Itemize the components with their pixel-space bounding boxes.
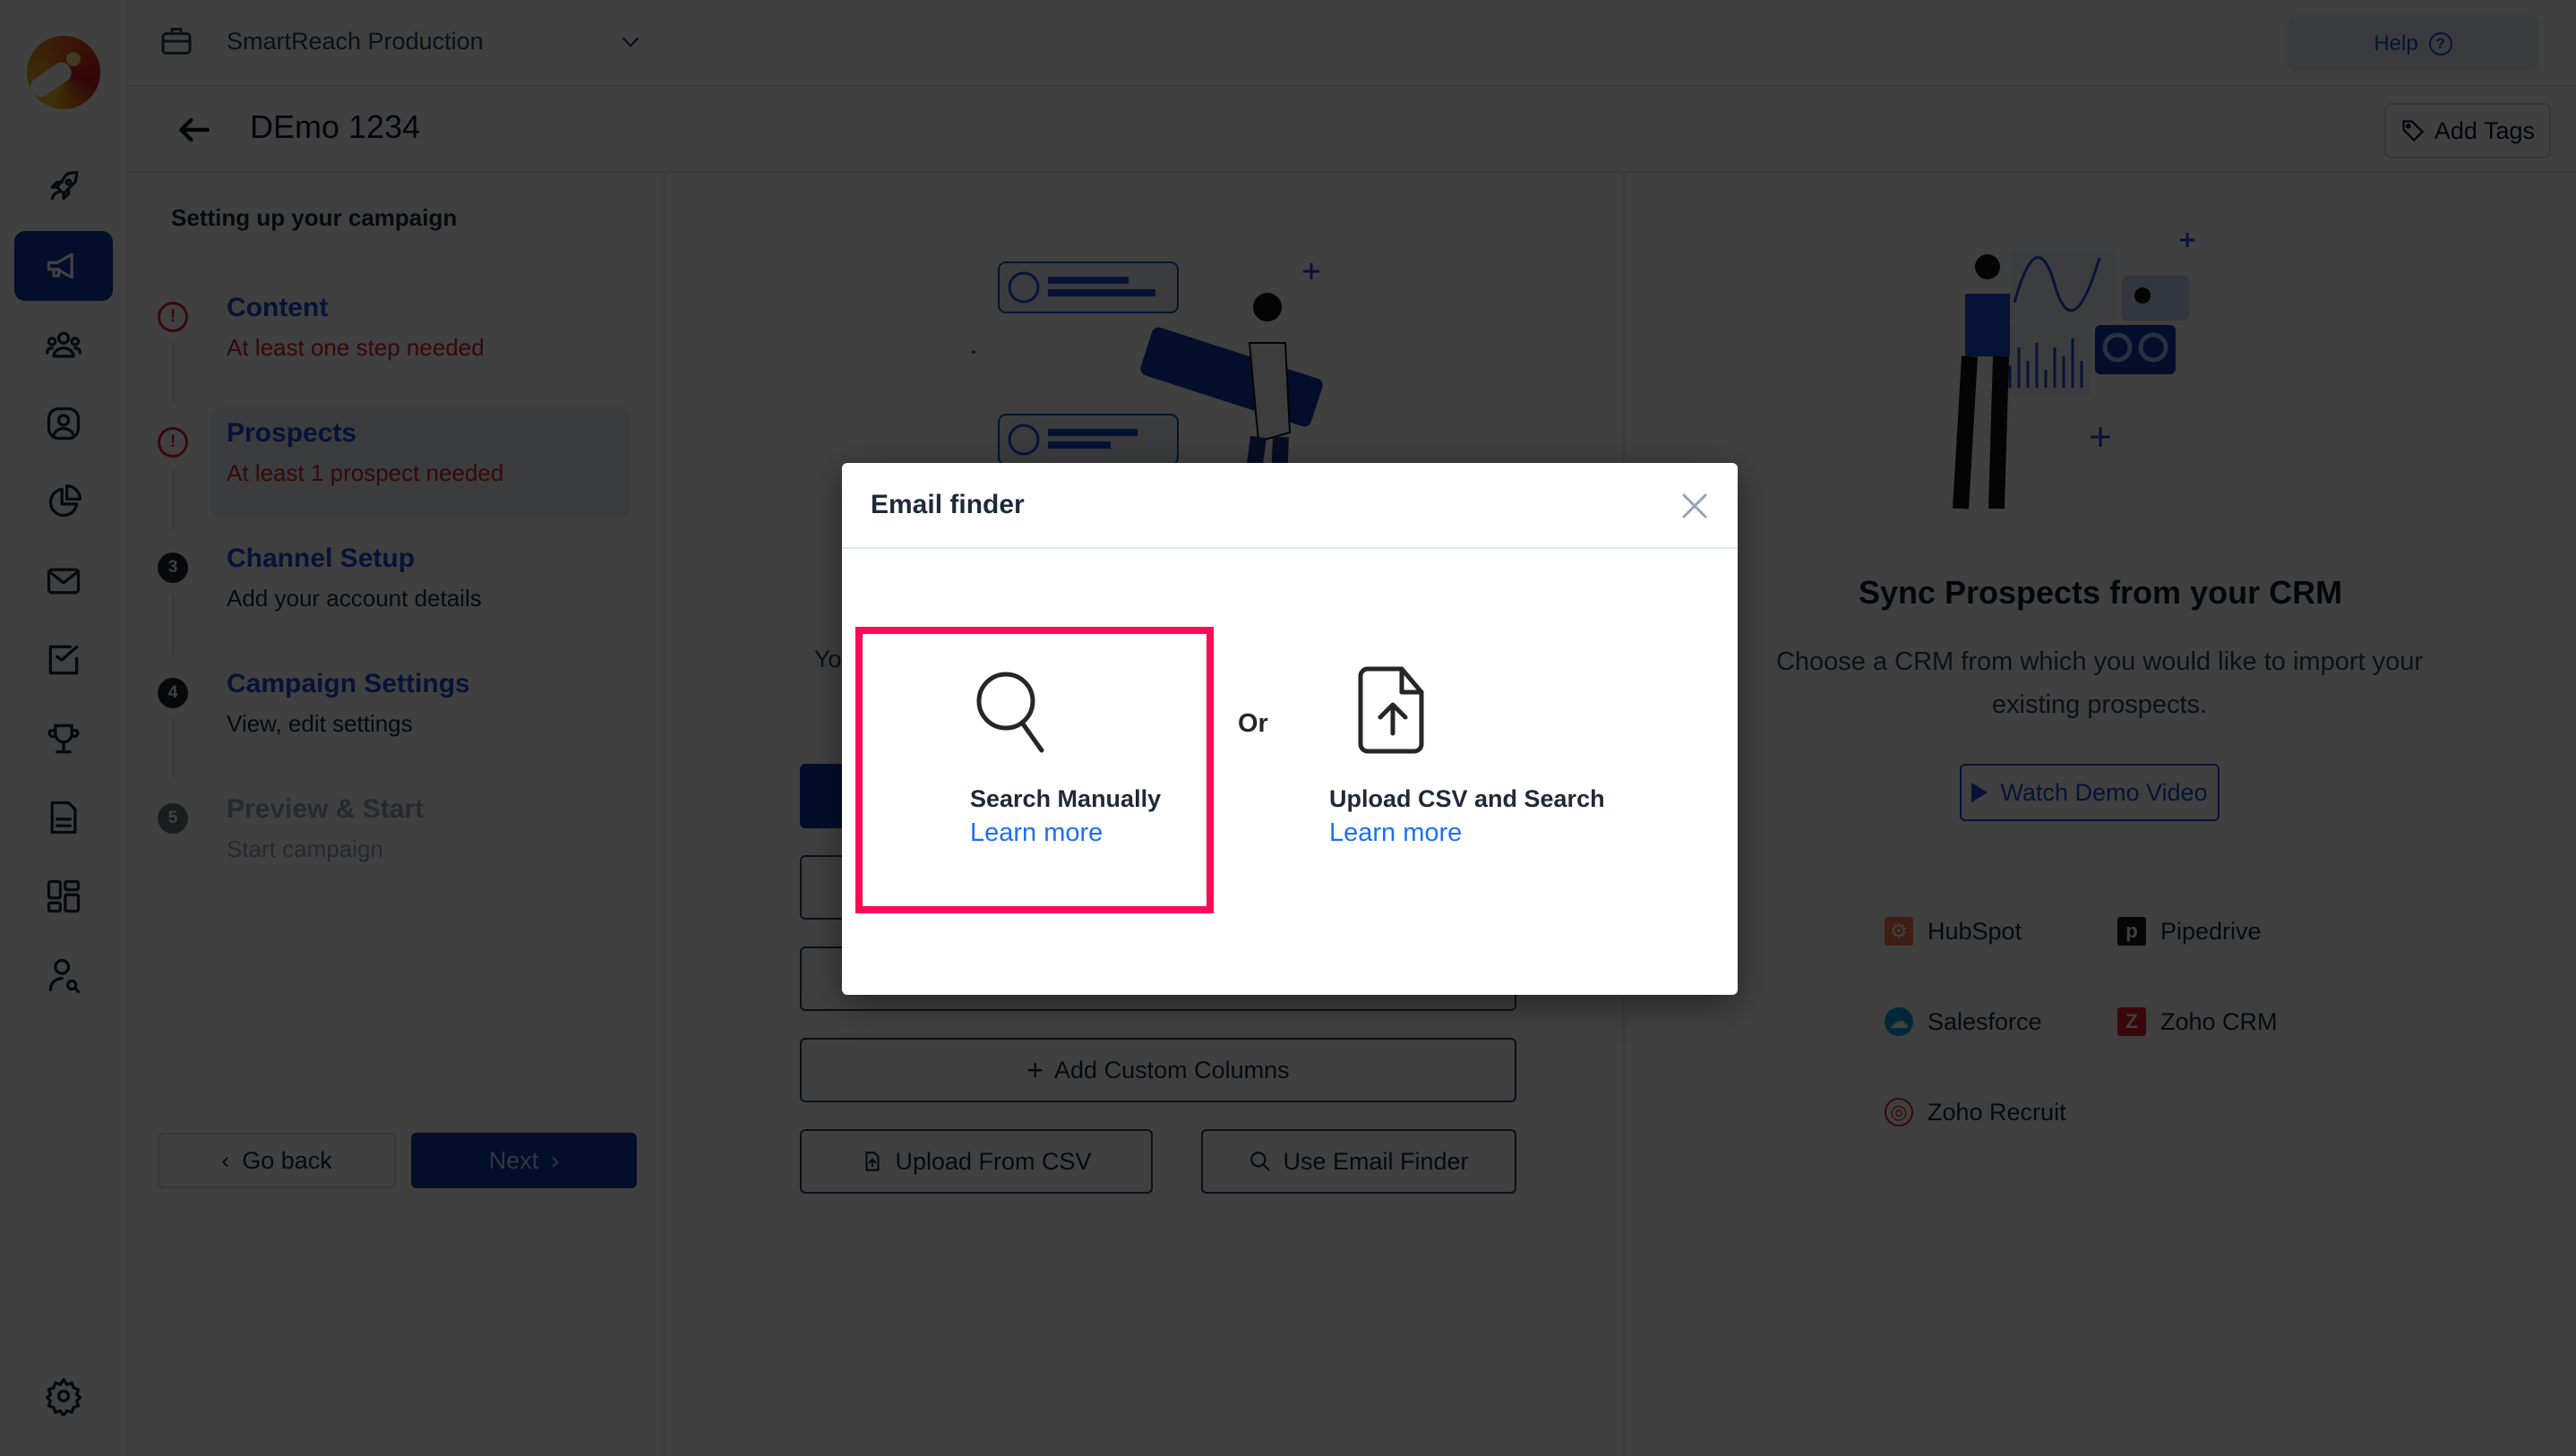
email-finder-modal: Email finder Search Manually Learn more … <box>842 463 1738 995</box>
or-separator: Or <box>1238 709 1268 738</box>
search-manually-label: Search Manually <box>970 785 1162 812</box>
modal-header: Email finder <box>842 463 1738 549</box>
modal-title: Email finder <box>871 490 1025 519</box>
close-icon <box>1682 493 1707 518</box>
file-upload-icon <box>1357 665 1429 755</box>
upload-csv-label: Upload CSV and Search <box>1329 785 1605 812</box>
upload-csv-option[interactable]: Upload CSV and Search Learn more <box>1326 627 1684 913</box>
search-icon <box>970 665 1051 755</box>
close-button[interactable] <box>1679 490 1711 522</box>
upload-csv-learn-more-link[interactable]: Learn more <box>1329 818 1462 848</box>
search-manually-option[interactable]: Search Manually Learn more <box>855 627 1214 913</box>
search-manually-learn-more-link[interactable]: Learn more <box>970 818 1103 848</box>
